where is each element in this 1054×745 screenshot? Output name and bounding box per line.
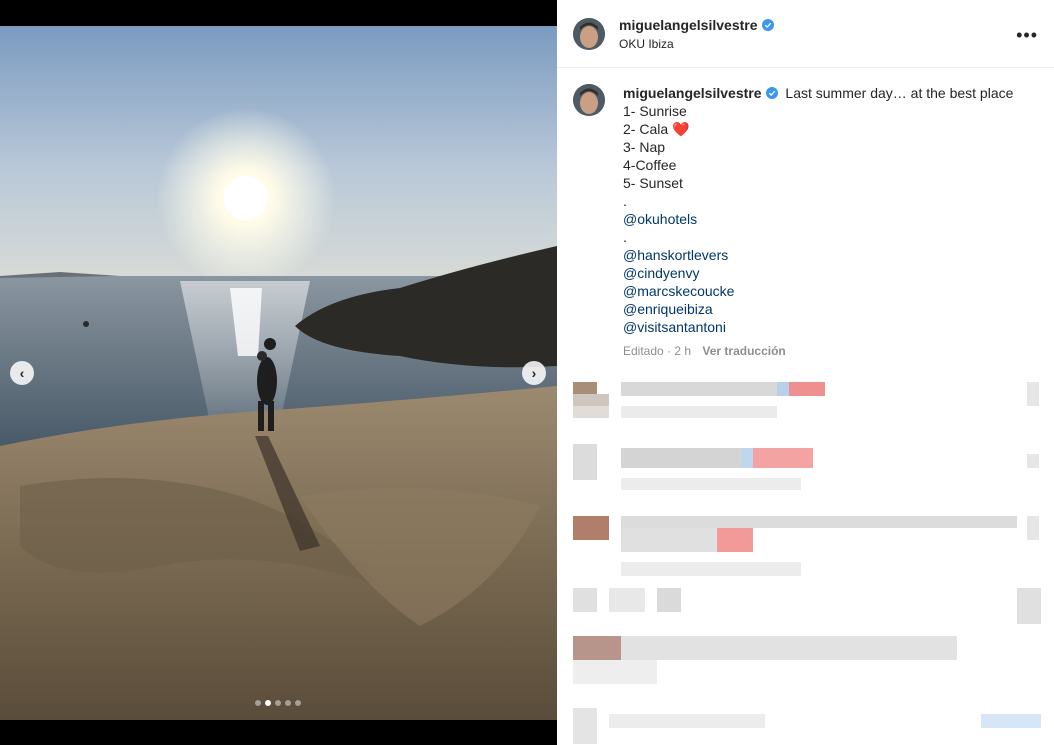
caption-meta: Editado · 2 h Ver traducción — [623, 342, 1013, 360]
pixelated-avatar — [573, 708, 597, 744]
verified-badge-icon — [765, 87, 778, 99]
caption-line: . — [623, 193, 627, 209]
post-caption: miguelangelsilvestre Last summer day… at… — [557, 68, 1054, 360]
caption-line: 2- Cala ❤️ — [623, 121, 690, 137]
carousel-dot — [285, 700, 291, 706]
pixelated-text — [609, 588, 645, 612]
pixelated-text — [657, 588, 681, 612]
pixelated-text — [777, 382, 789, 396]
pixelated-like — [1027, 516, 1039, 540]
caption-separator: . — [623, 229, 627, 245]
beach-sunset-photo — [0, 26, 557, 720]
caption-username[interactable]: miguelangelsilvestre — [623, 84, 778, 102]
carousel-indicator — [255, 700, 301, 706]
caption-line: 4-Coffee — [623, 157, 677, 173]
pixelated-text — [621, 528, 717, 552]
carousel-dot — [255, 700, 261, 706]
caption-first-line: Last summer day… at the best place — [785, 85, 1014, 101]
caption-avatar[interactable] — [573, 84, 605, 116]
pixelated-text — [753, 448, 813, 468]
username-link[interactable]: miguelangelsilvestre — [619, 17, 774, 33]
pixelated-text — [621, 636, 957, 660]
caption-username-text[interactable]: miguelangelsilvestre — [623, 84, 762, 102]
pixelated-like — [1027, 454, 1039, 468]
carousel-dot — [275, 700, 281, 706]
pixelated-text — [621, 516, 1017, 528]
pixelated-text — [621, 448, 741, 468]
verified-badge-icon — [761, 18, 774, 31]
mention-link[interactable]: @marcskecoucke — [623, 282, 1013, 300]
mention-link[interactable]: @cindyenvy — [623, 264, 1013, 282]
pixelated-text — [621, 562, 801, 576]
caption-line: 5- Sunset — [623, 175, 683, 191]
pixelated-like — [1027, 382, 1039, 406]
pixelated-like — [1017, 588, 1041, 624]
chevron-left-icon[interactable]: ‹ — [10, 361, 34, 385]
caption-line: 1- Sunrise — [623, 103, 687, 119]
mention-link[interactable]: @okuhotels — [623, 210, 1013, 228]
chevron-right-icon[interactable]: › — [522, 361, 546, 385]
pixelated-avatar — [573, 636, 621, 660]
pixelated-text — [741, 448, 753, 468]
caption-body: miguelangelsilvestre Last summer day… at… — [623, 84, 1013, 360]
username-text[interactable]: miguelangelsilvestre — [619, 17, 758, 33]
post-media: ‹ › — [0, 0, 557, 745]
post-photo — [0, 26, 557, 720]
location-link[interactable]: OKU Ibiza — [619, 37, 774, 51]
pixelated-avatar — [573, 394, 609, 406]
pixelated-text — [621, 478, 801, 490]
pixelated-avatar — [573, 516, 609, 540]
post-side-panel: miguelangelsilvestre OKU Ibiza ••• migue… — [557, 0, 1054, 745]
pixelated-avatar — [573, 406, 609, 418]
pixelated-text — [609, 714, 765, 728]
pixelated-text — [717, 528, 753, 552]
post-header: miguelangelsilvestre OKU Ibiza ••• — [557, 0, 1054, 68]
carousel-dot — [295, 700, 301, 706]
pixelated-avatar — [573, 382, 597, 394]
pixelated-avatar — [573, 588, 597, 612]
caption-line: 3- Nap — [623, 139, 666, 155]
edited-timestamp: Editado · 2 h — [623, 344, 692, 358]
pixelated-text — [789, 382, 825, 396]
more-options-icon[interactable]: ••• — [1016, 25, 1038, 46]
mention-link[interactable]: @enriqueibiza — [623, 300, 1013, 318]
pixelated-text — [981, 714, 1041, 728]
mention-link[interactable]: @hanskortlevers — [623, 246, 1013, 264]
pixelated-text — [621, 406, 777, 418]
pixelated-text — [573, 660, 657, 684]
pixelated-text — [621, 382, 777, 396]
carousel-dot-active — [265, 700, 271, 706]
mention-link[interactable]: @visitsantantoni — [623, 318, 1013, 336]
pixelated-avatar — [573, 444, 597, 480]
avatar[interactable] — [573, 17, 605, 50]
translate-link[interactable]: Ver traducción — [702, 344, 785, 358]
